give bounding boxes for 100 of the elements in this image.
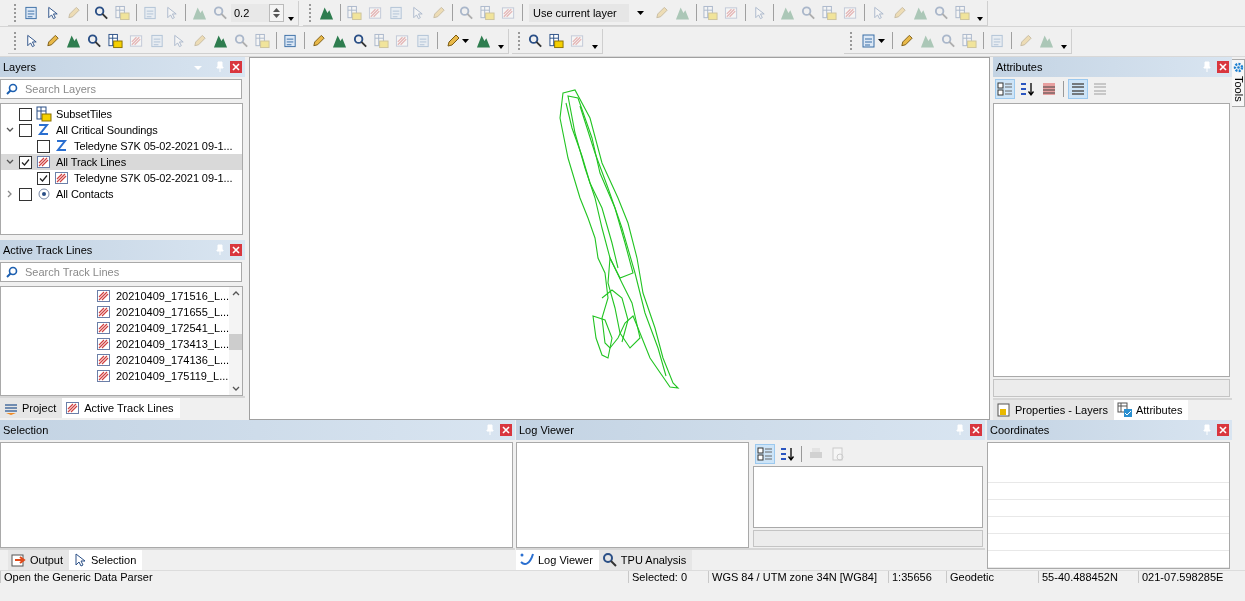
pin-icon bbox=[216, 244, 224, 256]
hatched-square-icon bbox=[395, 32, 410, 49]
hatched-square-icon bbox=[501, 4, 516, 21]
list-item[interactable]: 20210409_174136_L... bbox=[96, 352, 230, 368]
magnifier-icon bbox=[934, 4, 949, 21]
page-icon bbox=[389, 4, 404, 21]
scrollbar[interactable] bbox=[229, 287, 242, 395]
tree-row[interactable]: All Critical Soundings bbox=[1, 122, 242, 138]
up-down-arrows-icon bbox=[273, 6, 280, 19]
checkbox[interactable] bbox=[37, 171, 50, 185]
close-button[interactable] bbox=[500, 424, 512, 436]
list-item[interactable]: 20210409_175119_L... bbox=[96, 368, 230, 384]
tiles-icon bbox=[108, 32, 123, 49]
tiles-icon bbox=[703, 4, 718, 21]
close-button[interactable] bbox=[970, 424, 982, 436]
list-item[interactable]: 20210409_171655_L... bbox=[96, 304, 230, 320]
magnifier-icon bbox=[234, 32, 249, 49]
tab[interactable]: Project bbox=[0, 398, 63, 418]
magnifier-icon bbox=[459, 4, 474, 21]
panel-title: Active Track Lines bbox=[3, 244, 94, 256]
magnifier-icon bbox=[87, 32, 102, 49]
hatched-square-icon bbox=[129, 32, 144, 49]
pin-button[interactable] bbox=[956, 424, 966, 436]
tab[interactable]: Properties - Layers bbox=[993, 400, 1114, 420]
pin-button[interactable] bbox=[1203, 61, 1213, 73]
tiles-icon bbox=[962, 32, 977, 49]
category-list-icon bbox=[756, 446, 773, 462]
hatched-square-icon bbox=[96, 336, 112, 352]
caret-icon bbox=[1061, 44, 1067, 49]
tab[interactable]: Attributes bbox=[1113, 400, 1189, 420]
checkbox[interactable] bbox=[19, 123, 32, 137]
list-item[interactable]: 20210409_171516_L... bbox=[96, 288, 230, 304]
panel-title: Attributes bbox=[996, 61, 1044, 73]
search-field[interactable]: Search Layers bbox=[0, 79, 242, 99]
selected-tree-row[interactable]: All Track Lines bbox=[1, 154, 242, 170]
tab[interactable]: Active Track Lines bbox=[62, 398, 180, 418]
tiles-icon bbox=[549, 32, 564, 49]
magnifier-icon bbox=[601, 552, 618, 568]
tab[interactable]: TPU Analysis bbox=[598, 550, 693, 570]
chevron-up-icon bbox=[231, 290, 240, 296]
tab[interactable]: Output bbox=[8, 550, 70, 570]
close-button[interactable] bbox=[230, 61, 242, 73]
tree-row[interactable]: Teledyne S7K 05-02-2021 09-1... bbox=[1, 138, 242, 154]
status-text: 1:35656 bbox=[888, 571, 946, 583]
tab[interactable]: Selection bbox=[69, 550, 143, 570]
checkbox[interactable] bbox=[19, 155, 32, 169]
scroll-thumb[interactable] bbox=[229, 334, 242, 350]
tiles-icon bbox=[36, 106, 52, 122]
checkbox[interactable] bbox=[19, 107, 32, 121]
panel-title: Log Viewer bbox=[519, 424, 575, 436]
layer-label: All Contacts bbox=[56, 188, 114, 200]
caret-icon bbox=[288, 16, 294, 21]
search-icon bbox=[6, 83, 18, 95]
tiles-icon bbox=[374, 32, 389, 49]
cursor-icon bbox=[24, 32, 39, 49]
list-item[interactable]: 20210409_173413_L... bbox=[96, 336, 230, 352]
close-icon bbox=[502, 426, 510, 434]
grid-icon bbox=[1070, 81, 1086, 97]
pin-button[interactable] bbox=[1203, 424, 1213, 436]
tree-row[interactable]: All Contacts bbox=[1, 186, 242, 202]
tab[interactable]: Log Viewer bbox=[516, 550, 599, 570]
number-field[interactable]: 0.2 bbox=[231, 3, 269, 22]
pin-icon bbox=[1203, 424, 1211, 436]
caret-icon bbox=[878, 38, 885, 43]
cursor-icon bbox=[164, 4, 179, 21]
pin-button[interactable] bbox=[216, 61, 226, 73]
cursor-icon bbox=[871, 4, 886, 21]
hatched-square-icon bbox=[570, 32, 585, 49]
page-icon bbox=[24, 4, 39, 21]
pin-icon bbox=[1203, 61, 1211, 73]
tiles-icon bbox=[347, 4, 362, 21]
pencil-icon bbox=[654, 4, 669, 21]
status-text: 55-40.488452N bbox=[1038, 571, 1138, 583]
checkbox[interactable] bbox=[37, 139, 50, 153]
pin-button[interactable] bbox=[216, 244, 226, 256]
sort-icon bbox=[778, 446, 795, 462]
cursor-icon bbox=[171, 32, 186, 49]
zigzag-icon bbox=[36, 122, 52, 138]
tree-row[interactable]: SubsetTiles bbox=[1, 106, 242, 122]
cursor-icon bbox=[45, 4, 60, 21]
magnifier-icon bbox=[528, 32, 543, 49]
tree-row[interactable]: Teledyne S7K 05-02-2021 09-1... bbox=[1, 170, 242, 186]
pin-button[interactable] bbox=[486, 424, 496, 436]
pencil-icon bbox=[899, 32, 914, 49]
hatched-square-icon bbox=[724, 4, 739, 21]
tiles-icon bbox=[822, 4, 837, 21]
category-list-icon bbox=[997, 81, 1013, 97]
close-button[interactable] bbox=[1217, 424, 1229, 436]
close-button[interactable] bbox=[230, 244, 242, 256]
close-button[interactable] bbox=[1217, 61, 1229, 73]
list-item[interactable]: 20210409_172541_L... bbox=[96, 320, 230, 336]
checkbox[interactable] bbox=[19, 187, 32, 201]
magnifier-icon bbox=[213, 4, 228, 21]
search-field[interactable]: Search Track Lines bbox=[0, 262, 242, 282]
pencil-icon bbox=[192, 32, 207, 49]
side-tab[interactable]: Tools bbox=[1232, 59, 1245, 107]
sort-icon bbox=[1019, 81, 1035, 97]
close-icon bbox=[972, 426, 980, 434]
cursor-icon bbox=[410, 4, 425, 21]
spin-button[interactable] bbox=[269, 3, 284, 22]
